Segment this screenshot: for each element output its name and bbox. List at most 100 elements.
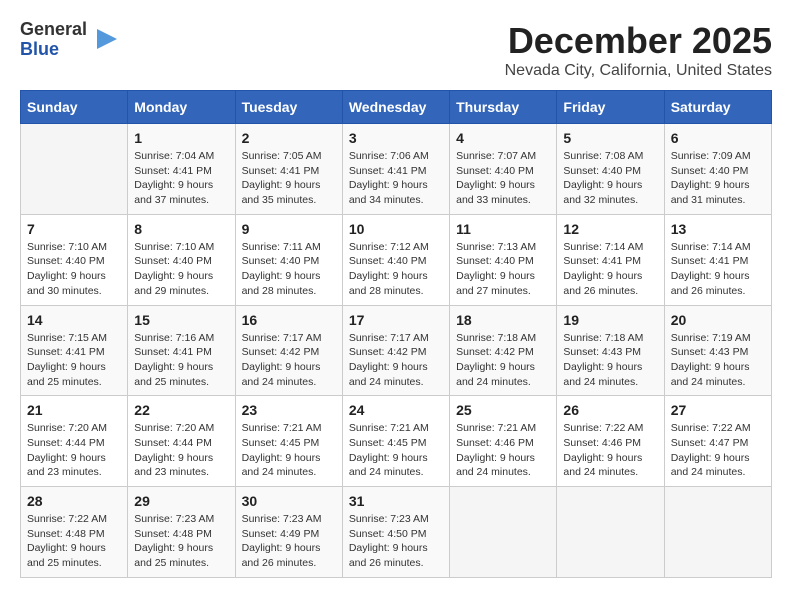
calendar-day-cell: 19 Sunrise: 7:18 AM Sunset: 4:43 PM Dayli… xyxy=(557,305,664,396)
calendar-table: SundayMondayTuesdayWednesdayThursdayFrid… xyxy=(20,90,772,578)
day-info: Sunrise: 7:23 AM Sunset: 4:50 PM Dayligh… xyxy=(349,512,443,571)
day-number: 2 xyxy=(242,130,336,146)
day-info: Sunrise: 7:12 AM Sunset: 4:40 PM Dayligh… xyxy=(349,240,443,299)
calendar-week-row: 7Sunrise: 7:10 AM Sunset: 4:40 PM Daylig… xyxy=(21,214,772,305)
day-info: Sunrise: 7:19 AM Sunset: 4:43 PM Dayligh… xyxy=(671,331,765,390)
calendar-week-row: 14 Sunrise: 7:15 AM Sunset: 4:41 PM Dayli… xyxy=(21,305,772,396)
calendar-day-cell: 16 Sunrise: 7:17 AM Sunset: 4:42 PM Dayli… xyxy=(235,305,342,396)
day-number: 4 xyxy=(456,130,550,146)
calendar-day-cell xyxy=(557,487,664,578)
calendar-day-cell: 17Sunrise: 7:17 AM Sunset: 4:42 PM Dayli… xyxy=(342,305,449,396)
day-number: 20 xyxy=(671,312,765,328)
day-number: 13 xyxy=(671,221,765,237)
calendar-day-cell: 15 Sunrise: 7:16 AM Sunset: 4:41 PM Dayli… xyxy=(128,305,235,396)
calendar-day-cell: 21 Sunrise: 7:20 AM Sunset: 4:44 PM Dayli… xyxy=(21,396,128,487)
calendar-day-cell: 26 Sunrise: 7:22 AM Sunset: 4:46 PM Dayli… xyxy=(557,396,664,487)
title-section: December 2025 Nevada City, California, U… xyxy=(505,20,772,80)
calendar-day-cell: 1 Sunrise: 7:04 AM Sunset: 4:41 PM Daylig… xyxy=(128,124,235,215)
calendar-day-cell: 18 Sunrise: 7:18 AM Sunset: 4:42 PM Dayli… xyxy=(450,305,557,396)
day-info: Sunrise: 7:21 AM Sunset: 4:46 PM Dayligh… xyxy=(456,421,550,480)
day-number: 21 xyxy=(27,402,121,418)
day-number: 11 xyxy=(456,221,550,237)
day-info: Sunrise: 7:22 AM Sunset: 4:47 PM Dayligh… xyxy=(671,421,765,480)
calendar-day-cell: 7Sunrise: 7:10 AM Sunset: 4:40 PM Daylig… xyxy=(21,214,128,305)
calendar-header-cell: Wednesday xyxy=(342,91,449,124)
day-number: 1 xyxy=(134,130,228,146)
day-info: Sunrise: 7:10 AM Sunset: 4:40 PM Dayligh… xyxy=(134,240,228,299)
day-info: Sunrise: 7:18 AM Sunset: 4:43 PM Dayligh… xyxy=(563,331,657,390)
day-info: Sunrise: 7:11 AM Sunset: 4:40 PM Dayligh… xyxy=(242,240,336,299)
day-info: Sunrise: 7:18 AM Sunset: 4:42 PM Dayligh… xyxy=(456,331,550,390)
calendar-day-cell: 24 Sunrise: 7:21 AM Sunset: 4:45 PM Dayli… xyxy=(342,396,449,487)
day-number: 15 xyxy=(134,312,228,328)
day-number: 27 xyxy=(671,402,765,418)
day-number: 24 xyxy=(349,402,443,418)
day-info: Sunrise: 7:21 AM Sunset: 4:45 PM Dayligh… xyxy=(349,421,443,480)
calendar-header-row: SundayMondayTuesdayWednesdayThursdayFrid… xyxy=(21,91,772,124)
calendar-day-cell: 8 Sunrise: 7:10 AM Sunset: 4:40 PM Daylig… xyxy=(128,214,235,305)
calendar-day-cell xyxy=(664,487,771,578)
main-title: December 2025 xyxy=(505,20,772,62)
day-info: Sunrise: 7:16 AM Sunset: 4:41 PM Dayligh… xyxy=(134,331,228,390)
calendar-day-cell: 3 Sunrise: 7:06 AM Sunset: 4:41 PM Daylig… xyxy=(342,124,449,215)
day-number: 8 xyxy=(134,221,228,237)
day-number: 29 xyxy=(134,493,228,509)
calendar-day-cell: 13Sunrise: 7:14 AM Sunset: 4:41 PM Dayli… xyxy=(664,214,771,305)
day-info: Sunrise: 7:06 AM Sunset: 4:41 PM Dayligh… xyxy=(349,149,443,208)
day-info: Sunrise: 7:17 AM Sunset: 4:42 PM Dayligh… xyxy=(242,331,336,390)
day-info: Sunrise: 7:04 AM Sunset: 4:41 PM Dayligh… xyxy=(134,149,228,208)
calendar-day-cell: 22 Sunrise: 7:20 AM Sunset: 4:44 PM Dayli… xyxy=(128,396,235,487)
calendar-day-cell xyxy=(21,124,128,215)
day-number: 22 xyxy=(134,402,228,418)
calendar-day-cell: 31Sunrise: 7:23 AM Sunset: 4:50 PM Dayli… xyxy=(342,487,449,578)
day-info: Sunrise: 7:09 AM Sunset: 4:40 PM Dayligh… xyxy=(671,149,765,208)
day-number: 12 xyxy=(563,221,657,237)
calendar-week-row: 28 Sunrise: 7:22 AM Sunset: 4:48 PM Dayli… xyxy=(21,487,772,578)
calendar-header-cell: Monday xyxy=(128,91,235,124)
day-info: Sunrise: 7:14 AM Sunset: 4:41 PM Dayligh… xyxy=(563,240,657,299)
day-number: 23 xyxy=(242,402,336,418)
day-number: 30 xyxy=(242,493,336,509)
calendar-day-cell: 30 Sunrise: 7:23 AM Sunset: 4:49 PM Dayli… xyxy=(235,487,342,578)
day-number: 28 xyxy=(27,493,121,509)
day-info: Sunrise: 7:22 AM Sunset: 4:48 PM Dayligh… xyxy=(27,512,121,571)
calendar-day-cell: 2 Sunrise: 7:05 AM Sunset: 4:41 PM Daylig… xyxy=(235,124,342,215)
calendar-day-cell: 6Sunrise: 7:09 AM Sunset: 4:40 PM Daylig… xyxy=(664,124,771,215)
day-info: Sunrise: 7:05 AM Sunset: 4:41 PM Dayligh… xyxy=(242,149,336,208)
day-info: Sunrise: 7:10 AM Sunset: 4:40 PM Dayligh… xyxy=(27,240,121,299)
calendar-week-row: 21 Sunrise: 7:20 AM Sunset: 4:44 PM Dayli… xyxy=(21,396,772,487)
day-info: Sunrise: 7:17 AM Sunset: 4:42 PM Dayligh… xyxy=(349,331,443,390)
calendar-day-cell: 12 Sunrise: 7:14 AM Sunset: 4:41 PM Dayli… xyxy=(557,214,664,305)
calendar-day-cell: 9 Sunrise: 7:11 AM Sunset: 4:40 PM Daylig… xyxy=(235,214,342,305)
logo-icon xyxy=(93,25,121,53)
header: General Blue December 2025 Nevada City, … xyxy=(20,20,772,80)
day-number: 9 xyxy=(242,221,336,237)
calendar-day-cell: 23Sunrise: 7:21 AM Sunset: 4:45 PM Dayli… xyxy=(235,396,342,487)
calendar-day-cell: 27 Sunrise: 7:22 AM Sunset: 4:47 PM Dayli… xyxy=(664,396,771,487)
subtitle: Nevada City, California, United States xyxy=(505,62,772,80)
logo: General Blue xyxy=(20,20,121,60)
day-number: 3 xyxy=(349,130,443,146)
logo-text: General Blue xyxy=(20,20,87,60)
day-number: 14 xyxy=(27,312,121,328)
calendar-day-cell: 14 Sunrise: 7:15 AM Sunset: 4:41 PM Dayli… xyxy=(21,305,128,396)
calendar-day-cell: 5Sunrise: 7:08 AM Sunset: 4:40 PM Daylig… xyxy=(557,124,664,215)
calendar-header-cell: Sunday xyxy=(21,91,128,124)
day-info: Sunrise: 7:07 AM Sunset: 4:40 PM Dayligh… xyxy=(456,149,550,208)
day-info: Sunrise: 7:13 AM Sunset: 4:40 PM Dayligh… xyxy=(456,240,550,299)
day-number: 25 xyxy=(456,402,550,418)
calendar-header-cell: Thursday xyxy=(450,91,557,124)
day-info: Sunrise: 7:15 AM Sunset: 4:41 PM Dayligh… xyxy=(27,331,121,390)
day-info: Sunrise: 7:23 AM Sunset: 4:49 PM Dayligh… xyxy=(242,512,336,571)
day-number: 26 xyxy=(563,402,657,418)
day-info: Sunrise: 7:20 AM Sunset: 4:44 PM Dayligh… xyxy=(134,421,228,480)
day-number: 16 xyxy=(242,312,336,328)
calendar-day-cell: 20 Sunrise: 7:19 AM Sunset: 4:43 PM Dayli… xyxy=(664,305,771,396)
day-number: 18 xyxy=(456,312,550,328)
day-number: 19 xyxy=(563,312,657,328)
day-info: Sunrise: 7:23 AM Sunset: 4:48 PM Dayligh… xyxy=(134,512,228,571)
day-info: Sunrise: 7:20 AM Sunset: 4:44 PM Dayligh… xyxy=(27,421,121,480)
calendar-day-cell: 4 Sunrise: 7:07 AM Sunset: 4:40 PM Daylig… xyxy=(450,124,557,215)
calendar-day-cell: 11 Sunrise: 7:13 AM Sunset: 4:40 PM Dayli… xyxy=(450,214,557,305)
day-info: Sunrise: 7:22 AM Sunset: 4:46 PM Dayligh… xyxy=(563,421,657,480)
